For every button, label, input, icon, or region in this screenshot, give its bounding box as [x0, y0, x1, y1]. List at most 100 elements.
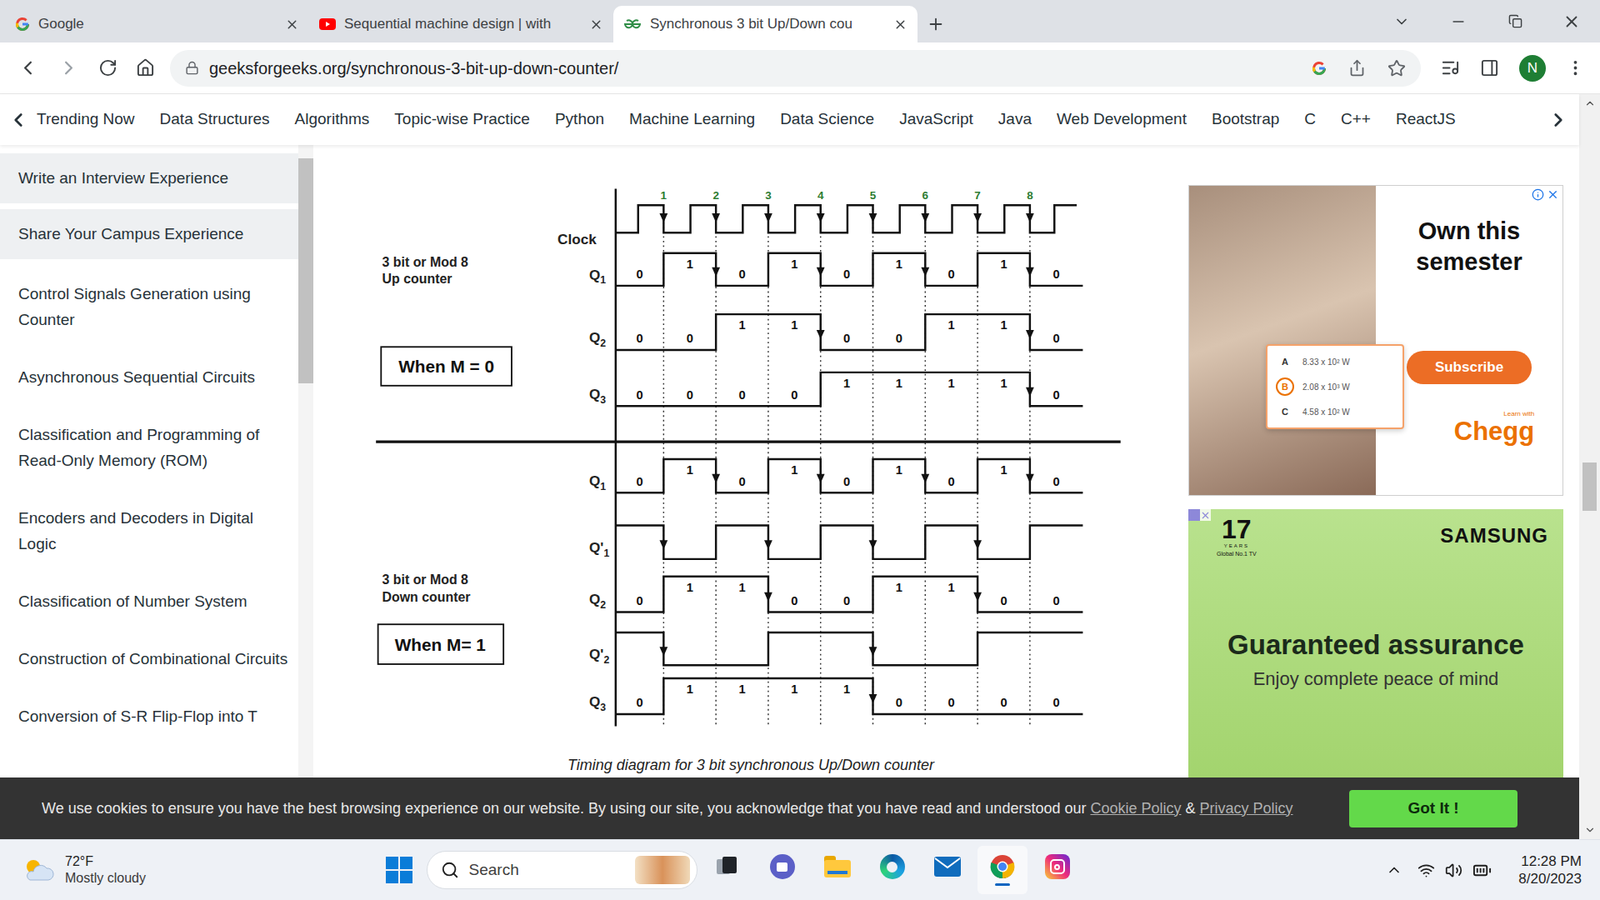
nav-item[interactable]: Data Science — [780, 107, 875, 132]
date: 8/20/2023 — [1518, 870, 1582, 888]
nav-item[interactable]: ReactJS — [1395, 107, 1456, 132]
bit-label: 0 — [635, 695, 643, 710]
sidebar-item[interactable]: Conversion of S-R Flip-Flop into T — [0, 687, 299, 745]
clock-pulse: 4 — [816, 189, 825, 223]
close-tab-icon[interactable] — [285, 17, 300, 32]
restore-button[interactable] — [1486, 14, 1544, 29]
nav-item[interactable]: Web Development — [1056, 107, 1187, 132]
samsung-logo: SAMSUNG — [1440, 520, 1549, 551]
bit-label: 1 — [895, 376, 903, 390]
nav-item[interactable]: Topic-wise Practice — [394, 107, 530, 132]
menu-dots-icon[interactable] — [1565, 58, 1585, 78]
taskbar-app[interactable] — [977, 845, 1028, 895]
falling-edge-arrow-icon — [869, 694, 878, 704]
clock[interactable]: 12:28 PM8/20/2023 — [1518, 852, 1582, 888]
scroll-up-icon[interactable] — [1584, 97, 1596, 110]
accept-cookies-button[interactable]: Got It ! — [1349, 790, 1518, 828]
sidebar-item[interactable]: Control Signals Generation using Counter — [0, 265, 299, 349]
bookmark-star-icon[interactable] — [1387, 59, 1406, 78]
falling-edge-arrow-icon — [973, 592, 982, 602]
nav-item[interactable]: C — [1304, 107, 1316, 132]
cookie-policy-link[interactable]: Cookie Policy — [1090, 800, 1181, 817]
browser-tab[interactable]: Synchronous 3 bit Up/Down cou — [613, 5, 918, 43]
nav-scroll-left[interactable] — [0, 109, 37, 131]
option-text: 4.58 x 10² W — [1302, 405, 1350, 419]
privacy-policy-link[interactable]: Privacy Policy — [1200, 800, 1294, 817]
sidebar-item[interactable]: Encoders and Decoders in Digital Logic — [0, 489, 299, 573]
sidebar-action[interactable]: Write an Interview Experience — [0, 153, 299, 204]
nav-item[interactable]: Algorithms — [295, 107, 370, 132]
tab-search-button[interactable] — [1373, 13, 1430, 30]
waveform — [615, 632, 1084, 665]
taskbar-app[interactable] — [922, 845, 973, 895]
url-text: geeksforgeeks.org/synchronous-3-bit-up-d… — [209, 55, 1302, 81]
profile-avatar[interactable]: N — [1519, 55, 1546, 82]
scroll-down-icon[interactable] — [1584, 824, 1596, 836]
taskbar-app[interactable] — [757, 845, 808, 895]
waveform — [615, 525, 1084, 559]
nav-item[interactable]: JavaScript — [899, 107, 974, 132]
sidebar-item[interactable]: Classification and Programming of Read-O… — [0, 405, 299, 490]
nav-item[interactable]: Python — [555, 107, 605, 132]
close-tab-icon[interactable] — [893, 17, 908, 32]
ad-choices[interactable] — [1531, 188, 1560, 201]
signal-name: Q3 — [589, 693, 606, 714]
reading-list-icon[interactable] — [1440, 58, 1460, 78]
waveform — [615, 459, 1084, 493]
page-scroll-thumb[interactable] — [1582, 462, 1597, 511]
taskbar-search[interactable]: Search — [426, 850, 698, 890]
sidebar-scroll-thumb[interactable] — [298, 158, 314, 384]
waveform — [615, 678, 1084, 715]
weather-widget[interactable]: 72°FMostly cloudy — [21, 853, 205, 887]
nav-item[interactable]: Trending Now — [36, 107, 135, 132]
back-icon[interactable] — [16, 56, 40, 80]
taskbar-app[interactable] — [702, 845, 753, 895]
browser-tab[interactable]: Google — [5, 5, 310, 43]
quick-settings[interactable] — [1417, 860, 1492, 880]
browser-tab[interactable]: Sequential machine design | with — [309, 5, 614, 43]
address-bar[interactable]: geeksforgeeks.org/synchronous-3-bit-up-d… — [170, 50, 1421, 87]
taskbar-app[interactable] — [867, 845, 918, 895]
sidebar-item[interactable]: Asynchronous Sequential Circuits — [0, 348, 299, 406]
falling-edge-arrow-icon — [659, 646, 668, 656]
bit-label: 1 — [1000, 463, 1007, 477]
nav-item[interactable]: Machine Learning — [629, 107, 755, 132]
reload-icon[interactable] — [98, 58, 118, 78]
show-hidden-icons-icon[interactable] — [1385, 861, 1403, 879]
home-icon[interactable] — [135, 58, 155, 78]
chegg-ad[interactable]: A8.33 x 10² WB2.08 x 10³ WC4.58 x 10² WO… — [1188, 185, 1564, 496]
bit-label: 1 — [738, 580, 745, 595]
new-tab-button[interactable] — [917, 5, 955, 43]
start-button[interactable] — [376, 847, 422, 893]
close-tab-icon[interactable] — [589, 17, 604, 32]
nav-item[interactable]: Data Structures — [160, 107, 270, 132]
bit-label: 0 — [843, 475, 850, 489]
taskbar-app[interactable] — [812, 845, 863, 895]
ad-info-icon — [1531, 188, 1545, 201]
sidebar-item[interactable]: Construction of Combinational Circuits — [0, 630, 299, 688]
nav-item[interactable]: Bootstrap — [1211, 107, 1280, 132]
minimize-button[interactable] — [1430, 13, 1487, 30]
clock-pulse: 8 — [1025, 189, 1035, 223]
ad-marker[interactable] — [1188, 509, 1211, 521]
nav-scroll-right[interactable] — [1537, 109, 1580, 131]
sidebar-scrollbar[interactable] — [298, 145, 314, 778]
forward-icon[interactable] — [57, 56, 80, 80]
sidebar-item[interactable]: Classification of Number System — [0, 572, 299, 630]
page-scrollbar[interactable] — [1579, 94, 1600, 840]
samsung-ad[interactable]: 17YEARSGlobal No.1 TVSAMSUNGGuaranteed a… — [1188, 509, 1564, 778]
taskbar: 72°FMostly cloudy Search 12:28 PM8/20/2023 — [0, 839, 1600, 900]
taskbar-app[interactable] — [1032, 845, 1083, 895]
nav-item[interactable]: Java — [998, 107, 1032, 132]
subscribe-button[interactable]: Subscribe — [1406, 350, 1532, 385]
clock-number: 4 — [817, 189, 825, 202]
close-window-button[interactable] — [1543, 12, 1600, 31]
sidebar-action[interactable]: Share Your Campus Experience — [0, 209, 299, 260]
nav-item[interactable]: C++ — [1340, 107, 1371, 132]
side-panel-icon[interactable] — [1480, 58, 1500, 78]
quiz-option: C4.58 x 10² W — [1275, 402, 1395, 421]
search-icon — [440, 860, 460, 880]
option-text: 8.33 x 10² W — [1302, 355, 1350, 369]
clock-arrow-icon — [711, 213, 720, 223]
share-icon[interactable] — [1348, 59, 1366, 77]
